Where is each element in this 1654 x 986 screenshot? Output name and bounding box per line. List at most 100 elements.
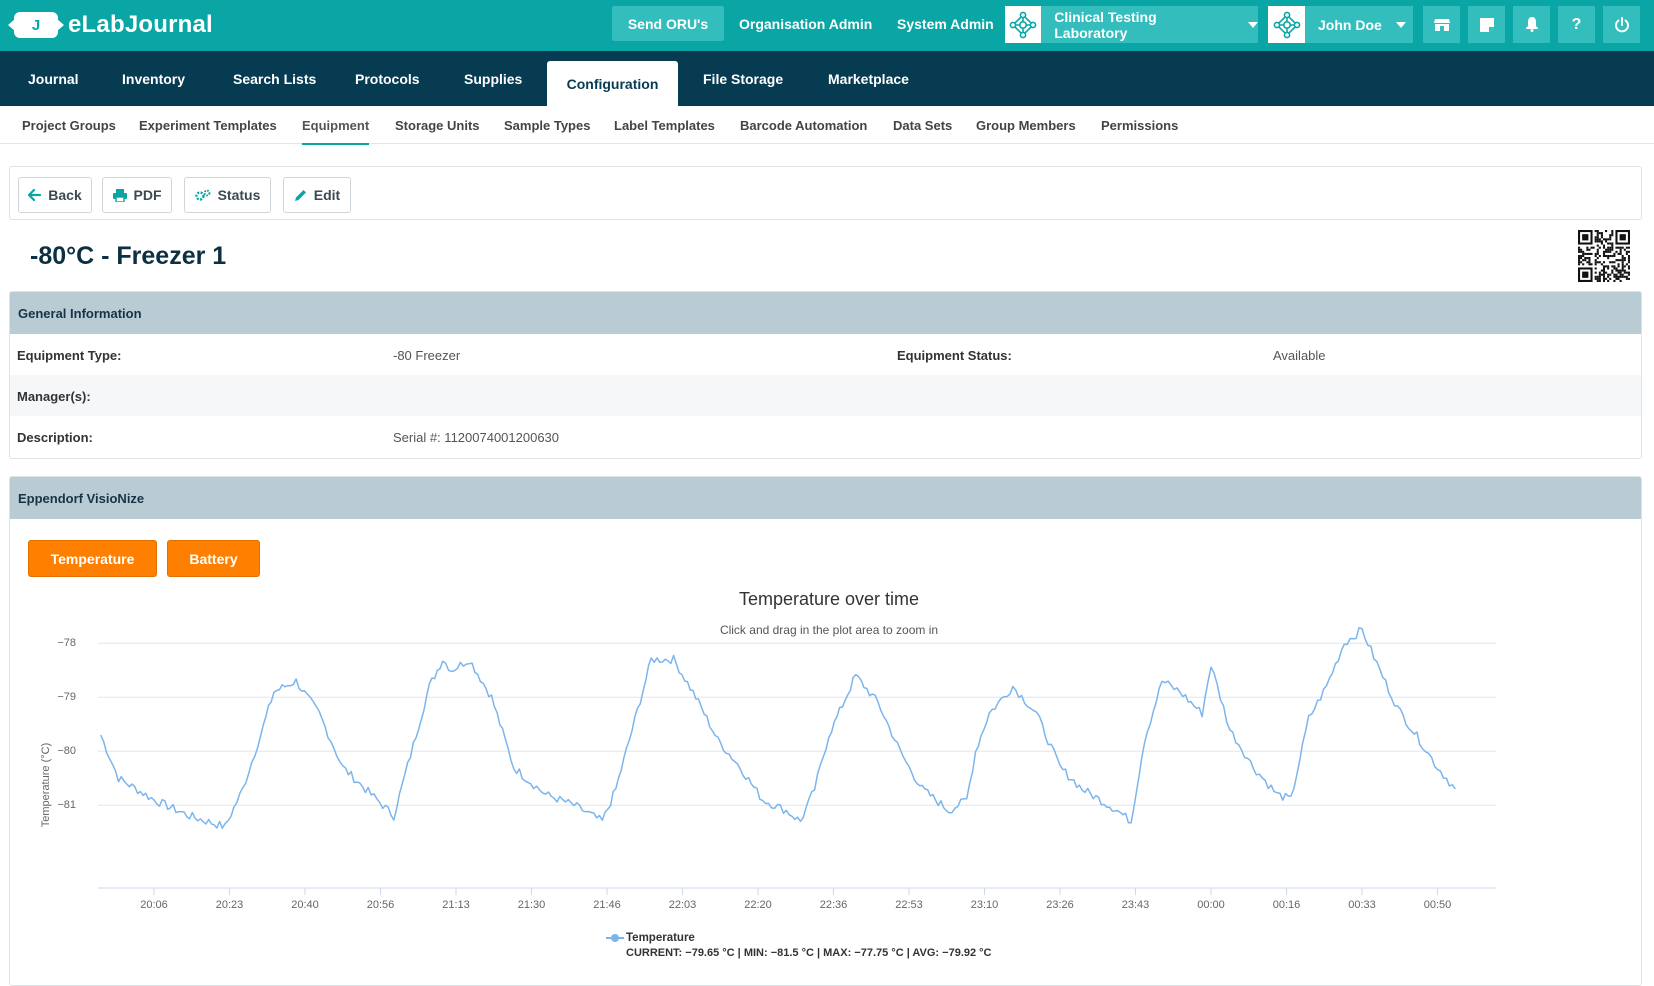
- nav-search-lists[interactable]: Search Lists: [233, 51, 316, 106]
- qr-module: [1602, 238, 1606, 241]
- chart-legend[interactable]: Temperature CURRENT: −79.65 °C | MIN: −8…: [606, 932, 992, 959]
- qr-module: [1596, 240, 1599, 243]
- qr-module: [1594, 230, 1597, 233]
- nav-file-storage[interactable]: File Storage: [703, 51, 783, 106]
- qr-module: [1609, 234, 1612, 237]
- temperature-button[interactable]: Temperature: [28, 540, 157, 577]
- qr-module: [1621, 273, 1624, 276]
- x-tick-label: 20:56: [367, 899, 395, 911]
- qr-module: [1594, 252, 1597, 255]
- back-label: Back: [48, 187, 82, 203]
- store-button[interactable]: [1423, 6, 1460, 43]
- qr-module: [1596, 236, 1599, 239]
- subnav-permissions[interactable]: Permissions: [1101, 118, 1178, 133]
- logout-button[interactable]: [1603, 6, 1640, 43]
- qr-module: [1611, 232, 1614, 235]
- qr-module: [1582, 254, 1585, 258]
- subnav-experiment-templates[interactable]: Experiment Templates: [139, 118, 277, 133]
- notifications-button[interactable]: [1513, 6, 1550, 43]
- subnav-sample-types[interactable]: Sample Types: [504, 118, 590, 133]
- qr-module: [1607, 242, 1610, 245]
- qr-module: [1578, 246, 1581, 249]
- qr-module: [1588, 252, 1591, 255]
- qr-module: [1615, 246, 1618, 249]
- qr-module: [1602, 246, 1606, 249]
- qr-module: [1600, 240, 1603, 243]
- status-button[interactable]: Status: [184, 177, 271, 213]
- qr-module: [1600, 236, 1603, 239]
- logo-mark-icon: J: [8, 12, 64, 38]
- qr-module: [1617, 271, 1620, 274]
- qr-module: [1613, 279, 1616, 282]
- qr-module: [1582, 234, 1589, 241]
- nav-journal[interactable]: Journal: [28, 51, 79, 106]
- qr-module: [1621, 263, 1624, 266]
- nav-marketplace[interactable]: Marketplace: [828, 51, 909, 106]
- qr-module: [1582, 259, 1585, 262]
- nav-configuration[interactable]: Configuration: [547, 61, 678, 106]
- battery-button[interactable]: Battery: [167, 540, 260, 577]
- lab-name: Clinical Testing Laboratory: [1054, 8, 1157, 41]
- qr-module: [1598, 254, 1601, 258]
- qr-module: [1578, 259, 1581, 262]
- subnav-label-templates[interactable]: Label Templates: [614, 118, 715, 133]
- qr-module: [1611, 246, 1614, 249]
- qr-module: [1627, 254, 1630, 258]
- qr-module: [1598, 279, 1601, 282]
- app-logo[interactable]: J eLabJournal: [8, 10, 213, 40]
- organisation-admin-link[interactable]: Organisation Admin: [739, 16, 872, 32]
- qr-module: [1623, 271, 1626, 274]
- qr-code-icon[interactable]: [1578, 230, 1630, 282]
- note-button[interactable]: [1468, 6, 1505, 43]
- qr-module: [1582, 250, 1585, 253]
- lab-selector[interactable]: Clinical Testing Laboratory: [1005, 6, 1258, 43]
- qr-module: [1611, 248, 1614, 251]
- qr-module: [1613, 254, 1616, 258]
- qr-module: [1580, 257, 1583, 260]
- pdf-button[interactable]: PDF: [102, 177, 172, 213]
- nav-supplies[interactable]: Supplies: [464, 51, 522, 106]
- qr-module: [1607, 267, 1610, 270]
- y-tick-label: −79: [57, 691, 76, 703]
- qr-module: [1586, 246, 1589, 249]
- qr-module: [1588, 263, 1591, 266]
- equipment-type-label: Equipment Type:: [17, 348, 122, 363]
- chevron-down-icon: [1248, 21, 1258, 28]
- qr-module: [1619, 275, 1622, 278]
- help-button[interactable]: ?: [1558, 6, 1595, 43]
- qr-module: [1598, 232, 1601, 235]
- qr-module: [1621, 269, 1624, 272]
- subnav-data-sets[interactable]: Data Sets: [893, 118, 952, 133]
- qr-module: [1596, 277, 1599, 280]
- nav-inventory[interactable]: Inventory: [122, 51, 185, 106]
- system-admin-link[interactable]: System Admin: [897, 16, 994, 32]
- qr-module: [1621, 257, 1624, 260]
- qr-module: [1625, 246, 1628, 249]
- qr-module: [1609, 250, 1612, 253]
- qr-module: [1596, 238, 1599, 241]
- qr-module: [1607, 238, 1610, 241]
- temperature-chart[interactable]: Temperature over time Click and drag in …: [18, 585, 1628, 973]
- qr-module: [1613, 273, 1616, 276]
- back-button[interactable]: Back: [18, 177, 92, 213]
- qr-module: [1617, 275, 1620, 278]
- subnav-barcode-automation[interactable]: Barcode Automation: [740, 118, 867, 133]
- subnav-project-groups[interactable]: Project Groups: [22, 118, 116, 133]
- qr-module: [1615, 259, 1618, 262]
- temperature-series-line[interactable]: [100, 627, 1456, 829]
- x-tick-label: 21:30: [518, 899, 546, 911]
- qr-module: [1600, 232, 1603, 235]
- subnav-equipment[interactable]: Equipment: [302, 118, 369, 133]
- qr-module: [1607, 248, 1610, 251]
- printer-icon: [112, 188, 127, 202]
- qr-module: [1611, 230, 1614, 233]
- edit-button[interactable]: Edit: [283, 177, 351, 213]
- qr-module: [1625, 271, 1628, 274]
- send-orus-button[interactable]: Send ORU's: [612, 6, 724, 41]
- chart-title: Temperature over time: [739, 589, 919, 609]
- nav-protocols[interactable]: Protocols: [355, 51, 420, 106]
- subnav-storage-units[interactable]: Storage Units: [395, 118, 480, 133]
- qr-module: [1580, 254, 1583, 258]
- user-menu[interactable]: John Doe: [1268, 6, 1413, 43]
- subnav-group-members[interactable]: Group Members: [976, 118, 1076, 133]
